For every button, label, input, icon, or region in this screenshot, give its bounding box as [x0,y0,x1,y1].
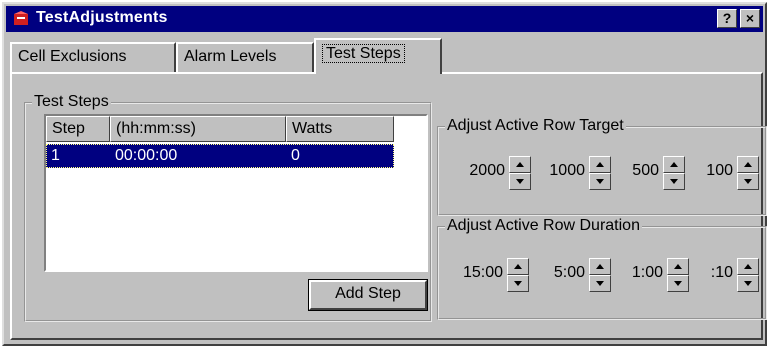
spin-label: :10 [710,264,733,281]
arrow-down-icon [514,281,522,286]
add-step-button[interactable]: Add Step [308,279,428,311]
spin-up-button[interactable] [737,156,759,173]
spin-down-button[interactable] [509,173,531,190]
spin-label: 100 [706,162,733,179]
target-spin-100: 100 [691,156,759,192]
cell-time: 00:00:00 [115,147,178,164]
cell-step: 1 [51,147,60,164]
duration-spin-10sec: :10 [695,258,759,294]
spinner [667,258,689,292]
arrow-down-icon [744,281,752,286]
duration-spin-15min: 15:00 [449,258,529,294]
adjust-duration-legend: Adjust Active Row Duration [445,217,642,235]
spinner [509,156,531,190]
target-spin-500: 500 [615,156,685,192]
cell-watts: 0 [291,147,300,164]
adjust-duration-group: Adjust Active Row Duration 15:00 5:00 1:… [437,217,767,320]
app-icon [14,11,28,25]
spin-up-button[interactable] [509,156,531,173]
arrow-up-icon [744,264,752,269]
spinner [589,156,611,190]
help-button[interactable]: ? [717,9,737,28]
adjust-target-group: Adjust Active Row Target 2000 1000 500 1… [437,117,767,216]
tab-test-steps[interactable]: Test Steps [314,38,442,74]
arrow-down-icon [596,179,604,184]
arrow-down-icon [674,281,682,286]
spin-down-button[interactable] [667,275,689,292]
spinner [589,258,611,292]
close-button[interactable]: × [740,9,760,28]
spin-up-button[interactable] [589,258,611,275]
arrow-up-icon [674,264,682,269]
window-title: TestAdjustments [36,9,168,26]
spin-label: 1000 [549,162,585,179]
target-spin-1000: 1000 [531,156,611,192]
spinner [737,258,759,292]
arrow-down-icon [516,179,524,184]
spin-down-button[interactable] [589,275,611,292]
spin-down-button[interactable] [589,173,611,190]
spin-label: 5:00 [553,264,585,281]
tab-test-steps-label: Test Steps [322,44,405,63]
spin-label: 2000 [469,162,505,179]
target-spin-2000: 2000 [455,156,531,192]
spin-down-button[interactable] [737,173,759,190]
test-adjustments-window: TestAdjustments ? × Cell Exclusions Alar… [2,2,767,346]
spin-down-button[interactable] [737,275,759,292]
arrow-up-icon [516,162,524,167]
list-item[interactable]: 1 00:00:00 0 [46,144,394,168]
arrow-up-icon [744,162,752,167]
spin-label: 500 [632,162,659,179]
arrow-up-icon [670,162,678,167]
spin-up-button[interactable] [589,156,611,173]
spin-up-button[interactable] [663,156,685,173]
adjust-target-legend: Adjust Active Row Target [445,117,626,135]
test-steps-list[interactable]: Step (hh:mm:ss) Watts 1 00:00:00 0 [44,114,428,272]
tab-alarm-levels[interactable]: Alarm Levels [176,42,314,72]
test-steps-legend: Test Steps [32,93,111,111]
spinner [737,156,759,190]
list-header: Step (hh:mm:ss) Watts [46,116,426,142]
arrow-down-icon [596,281,604,286]
test-steps-group: Test Steps Step (hh:mm:ss) Watts 1 00:00… [24,93,432,322]
tab-cell-exclusions[interactable]: Cell Exclusions [10,42,176,72]
spin-up-button[interactable] [507,258,529,275]
spin-down-button[interactable] [663,173,685,190]
spinner [663,156,685,190]
arrow-up-icon [596,264,604,269]
spin-up-button[interactable] [737,258,759,275]
spin-down-button[interactable] [507,275,529,292]
column-header-time[interactable]: (hh:mm:ss) [110,116,286,142]
spinner [507,258,529,292]
spin-label: 15:00 [462,264,503,281]
column-header-step[interactable]: Step [46,116,110,142]
spin-label: 1:00 [631,264,663,281]
arrow-up-icon [596,162,604,167]
arrow-up-icon [514,264,522,269]
test-steps-panel: Test Steps Step (hh:mm:ss) Watts 1 00:00… [10,72,767,340]
duration-spin-5min: 5:00 [531,258,611,294]
duration-spin-1min: 1:00 [615,258,689,294]
spin-up-button[interactable] [667,258,689,275]
arrow-down-icon [744,179,752,184]
arrow-down-icon [670,179,678,184]
column-header-watts[interactable]: Watts [286,116,394,142]
title-bar: TestAdjustments ? × [6,6,763,32]
